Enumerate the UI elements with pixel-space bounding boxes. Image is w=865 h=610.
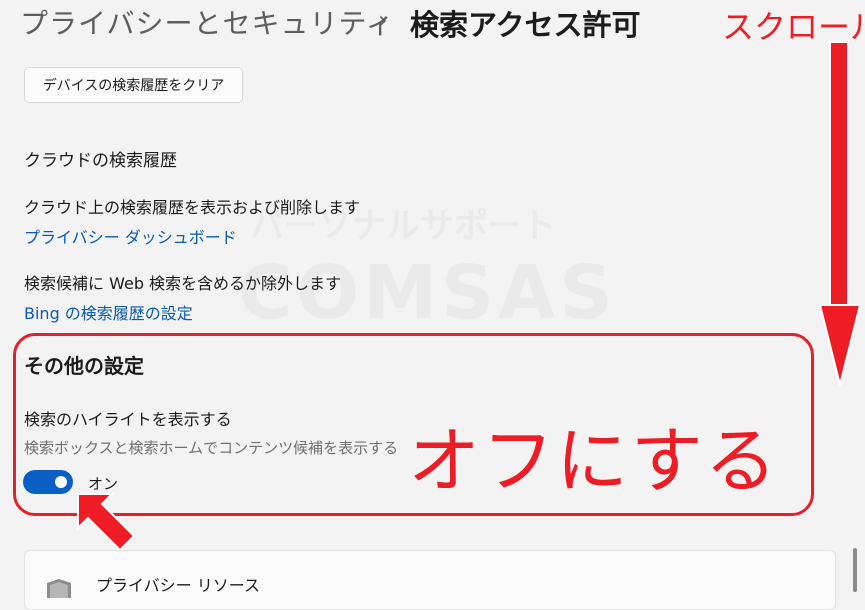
bing-history-settings-link[interactable]: Bing の検索履歴の設定 <box>24 300 193 324</box>
breadcrumb-parent[interactable]: プライバシーとセキュリティ <box>20 2 395 42</box>
callout-text: オフにする <box>408 419 779 503</box>
cloud-history-heading: クラウドの検索履歴 <box>24 151 177 171</box>
page-title: 検索アクセス許可 <box>410 8 641 42</box>
privacy-resources-title: プライバシー リソース <box>96 576 260 595</box>
pointer-arrow-icon <box>70 486 140 556</box>
scroll-down-arrow-icon <box>815 40 865 390</box>
breadcrumb-chevron-icon: › <box>378 6 388 34</box>
clear-device-history-button[interactable]: デバイスの検索履歴をクリア <box>24 67 243 103</box>
web-search-description: 検索候補に Web 検索を含めるか除外します <box>24 274 342 293</box>
privacy-dashboard-link[interactable]: プライバシー ダッシュボード <box>24 224 237 248</box>
scrollbar-thumb[interactable] <box>853 548 857 592</box>
shield-icon <box>44 578 74 598</box>
cloud-history-description: クラウド上の検索履歴を表示および削除します <box>24 198 361 217</box>
